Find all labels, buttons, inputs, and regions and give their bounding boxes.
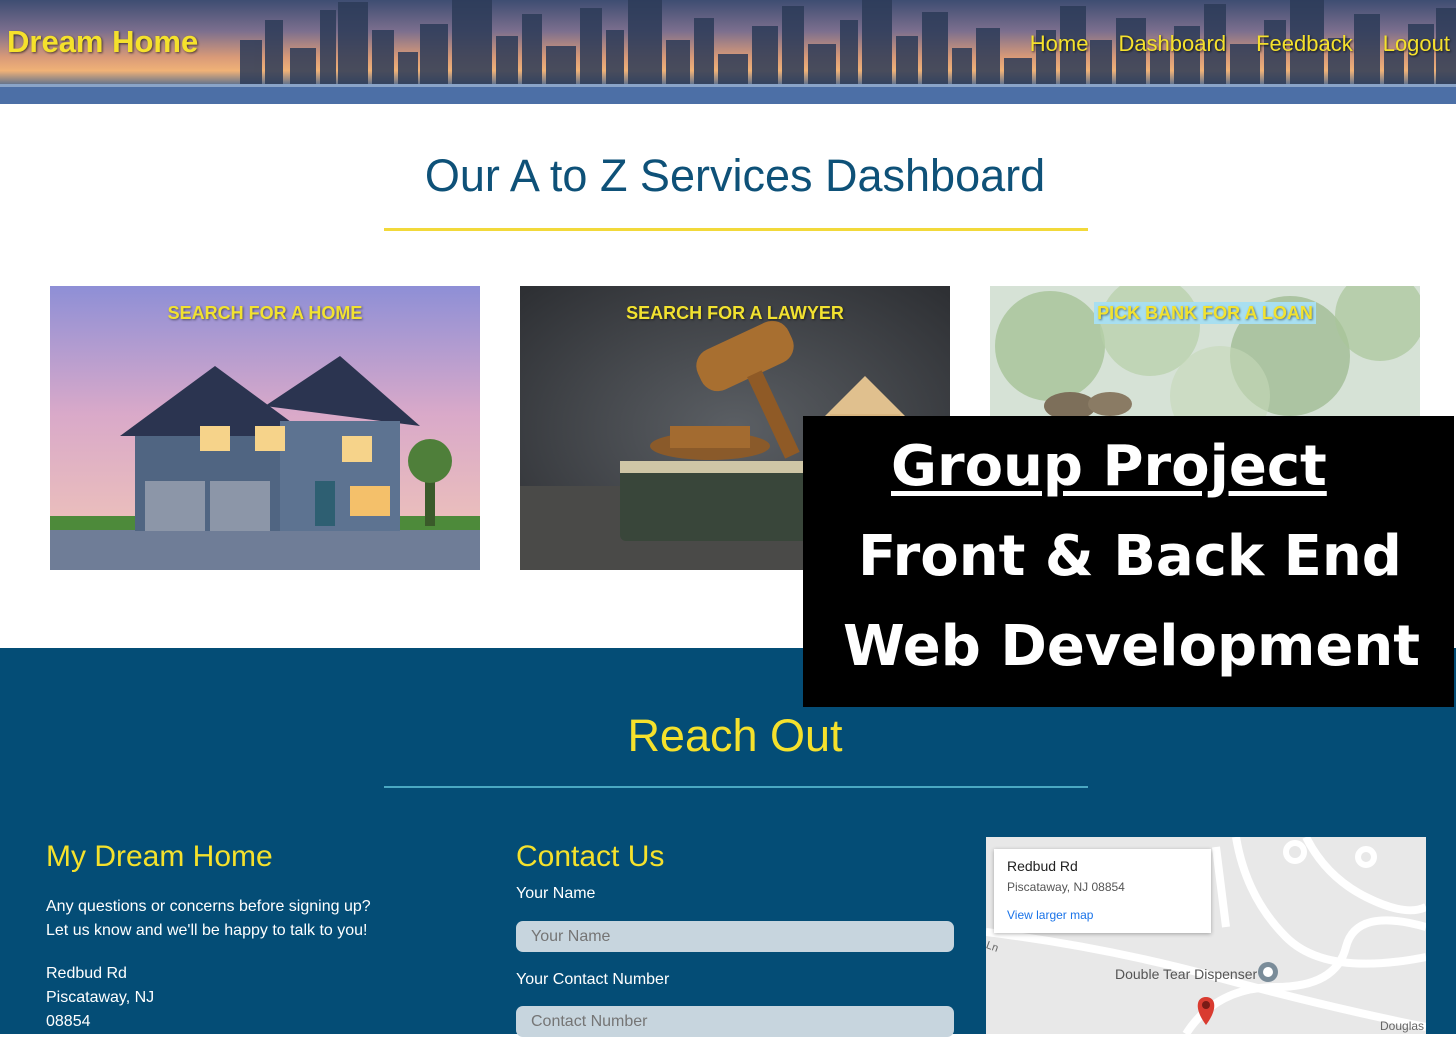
project-overlay-banner: Group Project Front & Back End Web Devel…: [803, 416, 1454, 707]
card-label: SEARCH FOR A HOME: [167, 303, 363, 323]
overlay-line-2: Front & Back End: [858, 524, 1402, 589]
title-divider: [384, 228, 1088, 231]
name-label: Your Name: [516, 885, 596, 902]
reach-out-title: Reach Out: [627, 710, 843, 761]
main-nav: Home Dashboard Feedback Logout: [1030, 31, 1450, 57]
nav-dashboard[interactable]: Dashboard: [1118, 31, 1226, 57]
location-map[interactable]: Redbud Rd Piscataway, NJ 08854 View larg…: [986, 837, 1426, 1034]
map-poi-label: Double Tear Dispenser: [1115, 966, 1258, 982]
site-header: Dream Home Home Dashboard Feedback Logou…: [0, 0, 1456, 104]
address-city: Piscataway, NJ: [46, 989, 155, 1006]
contact-number-label: Your Contact Number: [516, 971, 670, 988]
address-street: Redbud Rd: [46, 965, 127, 982]
nav-feedback[interactable]: Feedback: [1256, 31, 1353, 57]
nav-home[interactable]: Home: [1030, 31, 1089, 57]
overlay-line-1: Group Project: [891, 434, 1327, 499]
address-zip: 08854: [46, 1013, 91, 1030]
about-line-1: Any questions or concerns before signing…: [46, 898, 371, 915]
nav-logout[interactable]: Logout: [1383, 31, 1450, 57]
dashboard-title: Our A to Z Services Dashboard: [424, 150, 1046, 201]
about-text: Any questions or concerns before signing…: [46, 895, 371, 943]
overlay-line-3: Web Development: [843, 614, 1421, 679]
contact-number-input[interactable]: [516, 1006, 954, 1037]
card-label-text: PICK BANK FOR A LOAN: [1094, 302, 1316, 324]
service-card-home[interactable]: SEARCH FOR A HOME: [50, 286, 480, 570]
contact-title: Contact Us: [516, 840, 665, 873]
address: Redbud Rd Piscataway, NJ 08854: [46, 962, 154, 1034]
map-city: Piscataway, NJ 08854: [1007, 880, 1125, 894]
map-info-card: Redbud Rd Piscataway, NJ 08854 View larg…: [994, 849, 1211, 933]
map-street: Redbud Rd: [1007, 858, 1078, 874]
brand-logo[interactable]: Dream Home: [7, 24, 198, 60]
view-larger-map-link[interactable]: View larger map: [1007, 908, 1093, 922]
map-road-label: Douglas: [1380, 1019, 1425, 1033]
name-input[interactable]: [516, 921, 954, 952]
house-image: [50, 286, 480, 570]
reach-divider: [384, 786, 1088, 788]
card-label: PICK BANK FOR A LOAN: [990, 302, 1420, 324]
card-label: SEARCH FOR A LAWYER: [626, 303, 844, 323]
about-title: My Dream Home: [46, 840, 273, 873]
about-line-2: Let us know and we'll be happy to talk t…: [46, 922, 368, 939]
